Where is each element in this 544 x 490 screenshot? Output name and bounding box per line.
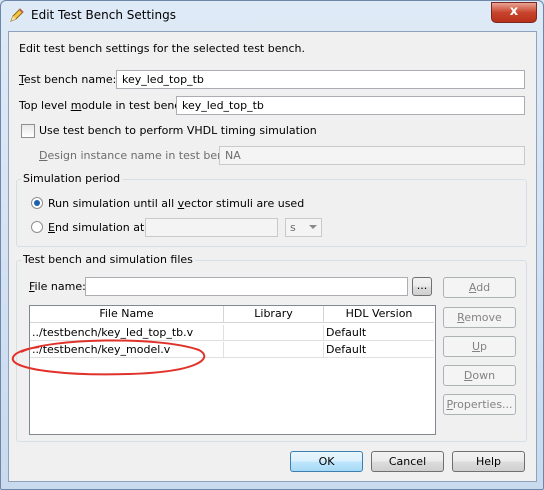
end-simulation-input[interactable]: [145, 218, 278, 237]
vhdl-timing-checkbox[interactable]: [21, 124, 35, 138]
column-header-file-name[interactable]: File Name: [30, 306, 224, 323]
pencil-icon: [10, 8, 24, 22]
time-unit-select[interactable]: s: [285, 218, 322, 237]
close-button[interactable]: x: [491, 2, 537, 23]
close-icon: x: [509, 4, 519, 19]
top-level-module-input[interactable]: key_led_top_tb: [176, 96, 525, 115]
cell-hdl-version: Default: [324, 325, 434, 341]
run-all-label: Run simulation until all vector stimuli …: [48, 197, 305, 210]
test-bench-name-input[interactable]: key_led_top_tb: [116, 70, 525, 89]
cell-library: [224, 342, 324, 358]
cell-hdl-version: Default: [324, 342, 434, 358]
simulation-period-title: Simulation period: [21, 172, 123, 185]
column-header-library[interactable]: Library: [224, 306, 324, 323]
dialog-window: Edit Test Bench Settings x Edit test ben…: [0, 0, 544, 490]
file-name-input[interactable]: [85, 277, 408, 296]
column-header-hdl-version[interactable]: HDL Version: [324, 306, 434, 323]
description-text: Edit test bench settings for the selecte…: [19, 42, 305, 55]
browse-button[interactable]: ...: [412, 277, 432, 296]
files-group-title: Test bench and simulation files: [21, 253, 195, 266]
file-name-label: File name:: [29, 280, 86, 293]
dialog-body: Edit test bench settings for the selecte…: [8, 31, 537, 482]
chevron-down-icon: [309, 225, 317, 229]
title-bar[interactable]: Edit Test Bench Settings x: [1, 1, 543, 31]
down-button[interactable]: Down: [443, 365, 516, 386]
top-level-module-label: Top level module in test bench:: [19, 99, 192, 112]
end-simulation-radio[interactable]: [31, 221, 43, 233]
cancel-button[interactable]: Cancel: [371, 451, 444, 472]
design-instance-label: Design instance name in test bench:: [39, 149, 241, 162]
properties-button[interactable]: Properties...: [443, 394, 516, 415]
end-simulation-label: End simulation at:: [48, 221, 149, 234]
time-unit-value: s: [290, 221, 296, 234]
run-all-radio[interactable]: [31, 197, 43, 209]
window-title: Edit Test Bench Settings: [31, 8, 176, 22]
vhdl-timing-label: Use test bench to perform VHDL timing si…: [39, 124, 317, 137]
annotation-ellipse: [11, 339, 206, 376]
design-instance-input[interactable]: NA: [219, 146, 525, 165]
help-button[interactable]: Help: [452, 451, 525, 472]
test-bench-name-label: Test bench name:: [19, 73, 117, 86]
ok-button[interactable]: OK: [290, 451, 363, 472]
cell-library: [224, 325, 324, 341]
remove-button[interactable]: Remove: [443, 307, 516, 328]
up-button[interactable]: Up: [443, 336, 516, 357]
add-button[interactable]: Add: [443, 277, 516, 298]
